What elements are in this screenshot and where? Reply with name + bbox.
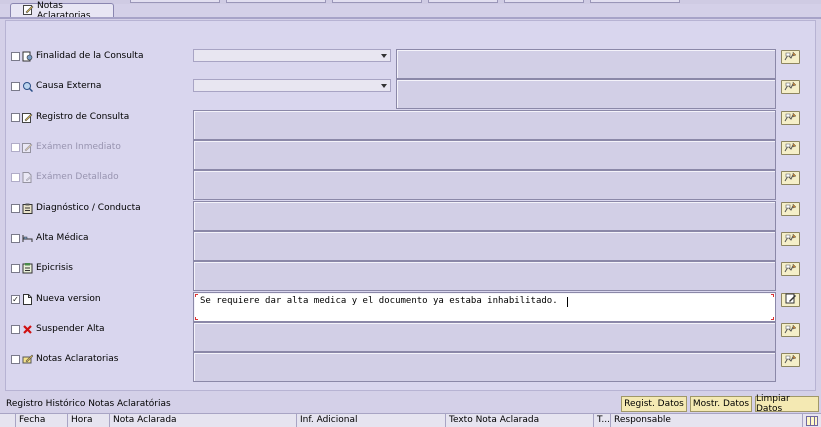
chevron-down-icon[interactable] — [381, 54, 387, 58]
chart-action-icon — [784, 141, 797, 155]
grid-selector-column[interactable] — [0, 414, 16, 427]
row-checkbox[interactable] — [11, 82, 20, 91]
chevron-down-icon[interactable] — [381, 84, 387, 88]
chart-action-icon — [784, 232, 797, 246]
form-row: ✓ Nueva version Se requiere dar alta medic… — [0, 284, 821, 322]
row-checkbox[interactable] — [11, 173, 20, 182]
row-action-button[interactable] — [781, 232, 800, 246]
row-action-button[interactable] — [781, 80, 800, 94]
form-row: Causa Externa — [0, 71, 821, 109]
row-checkbox[interactable] — [11, 325, 20, 334]
tab-notas-aclaratorias[interactable]: Notas Aclaratorias — [10, 1, 114, 21]
history-title: Registro Histórico Notas Aclaratórias — [6, 399, 171, 409]
hidden-tab[interactable] — [590, 0, 680, 3]
top-tab-strip — [0, 0, 821, 4]
grid-col-responsable[interactable]: Responsable — [611, 414, 803, 427]
form-row: Finalidad de la Consulta — [0, 41, 821, 79]
pencil-note-icon — [22, 112, 33, 123]
row-action-button[interactable] — [781, 111, 800, 125]
grid-col-texto-nota[interactable]: Texto Nota Aclarada — [446, 414, 594, 427]
tab-underline — [0, 17, 821, 19]
clipboard-icon — [22, 203, 33, 214]
chart-action-icon — [784, 202, 797, 216]
report-icon — [22, 263, 33, 274]
form-row: Registro de Consulta — [0, 102, 821, 140]
clear-data-button[interactable]: Limpiar Datos — [755, 394, 819, 414]
text-caret — [567, 297, 568, 307]
consult-icon — [22, 51, 33, 62]
row-label: Nueva version — [36, 294, 101, 304]
row-checkbox[interactable]: ✓ — [11, 295, 20, 304]
register-data-button[interactable]: Regist. Datos — [621, 396, 687, 412]
row-label: Epicrisis — [36, 263, 73, 273]
row-action-button[interactable] — [781, 353, 800, 367]
row-action-button[interactable] — [781, 323, 800, 337]
row-action-button[interactable] — [781, 50, 800, 64]
row-dropdown[interactable] — [193, 79, 391, 92]
form-row: Epicrisis — [0, 253, 821, 291]
history-grid-header: Fecha Hora Nota Aclarada Inf. Adicional … — [0, 413, 821, 427]
row-checkbox[interactable] — [11, 234, 20, 243]
chart-action-icon — [784, 171, 797, 185]
row-label: Notas Aclaratorias — [36, 354, 119, 364]
row-text-value: Se requiere dar alta medica y el documen… — [200, 296, 558, 306]
red-x-icon — [22, 324, 33, 335]
row-action-button[interactable] — [781, 262, 800, 276]
edit-note-button[interactable] — [781, 293, 800, 307]
row-label: Finalidad de la Consulta — [36, 51, 144, 61]
show-data-button[interactable]: Mostr. Datos — [690, 396, 752, 412]
grid-layout-icon[interactable] — [806, 416, 818, 426]
grid-col-t[interactable]: T... — [594, 414, 611, 427]
hidden-tab[interactable] — [428, 0, 498, 3]
hidden-tab[interactable] — [226, 0, 326, 3]
document-edit-icon — [22, 172, 33, 183]
search-person-icon — [22, 81, 33, 92]
row-checkbox[interactable] — [11, 204, 20, 213]
note-pencil-icon — [22, 354, 33, 365]
row-checkbox[interactable] — [11, 143, 20, 152]
row-label: Alta Médica — [36, 233, 89, 243]
grid-col-hora[interactable]: Hora — [68, 414, 110, 427]
grid-col-fecha[interactable]: Fecha — [16, 414, 68, 427]
form-row: Notas Aclaratorias — [0, 344, 821, 382]
form-row: Diagnóstico / Conducta — [0, 193, 821, 231]
new-document-icon — [22, 294, 33, 305]
row-checkbox[interactable] — [11, 113, 20, 122]
form-row: Alta Médica — [0, 223, 821, 261]
row-action-button[interactable] — [781, 202, 800, 216]
grid-col-inf-adicional[interactable]: Inf. Adicional — [297, 414, 446, 427]
row-label: Diagnóstico / Conducta — [36, 203, 141, 213]
row-checkbox[interactable] — [11, 264, 20, 273]
row-label: Exámen Detallado — [36, 172, 119, 182]
edit-note-icon — [23, 4, 34, 18]
form-row: Suspender Alta — [0, 314, 821, 352]
row-label: Exámen Inmediato — [36, 142, 121, 152]
grid-col-nota-aclarada[interactable]: Nota Aclarada — [110, 414, 297, 427]
bed-icon — [22, 233, 33, 244]
row-text-area[interactable] — [193, 352, 776, 382]
row-checkbox[interactable] — [11, 52, 20, 61]
chart-action-icon — [784, 353, 797, 367]
row-action-button[interactable] — [781, 141, 800, 155]
pencil-note-icon — [22, 142, 33, 153]
chart-action-icon — [784, 111, 797, 125]
hidden-tab[interactable] — [332, 0, 422, 3]
chart-action-icon — [784, 80, 797, 94]
row-label: Registro de Consulta — [36, 112, 130, 122]
row-label: Causa Externa — [36, 81, 102, 91]
edit-icon — [785, 293, 797, 307]
form-row: Exámen Inmediato — [0, 132, 821, 170]
chart-action-icon — [784, 323, 797, 337]
row-checkbox[interactable] — [11, 355, 20, 364]
resize-corner-marker — [771, 294, 774, 297]
hidden-tab[interactable] — [130, 0, 220, 3]
row-label: Suspender Alta — [36, 324, 105, 334]
chart-action-icon — [784, 50, 797, 64]
hidden-tab[interactable] — [504, 0, 584, 3]
resize-corner-marker — [195, 294, 198, 297]
chart-action-icon — [784, 262, 797, 276]
row-action-button[interactable] — [781, 171, 800, 185]
row-dropdown[interactable] — [193, 49, 391, 62]
form-row: Exámen Detallado — [0, 162, 821, 200]
